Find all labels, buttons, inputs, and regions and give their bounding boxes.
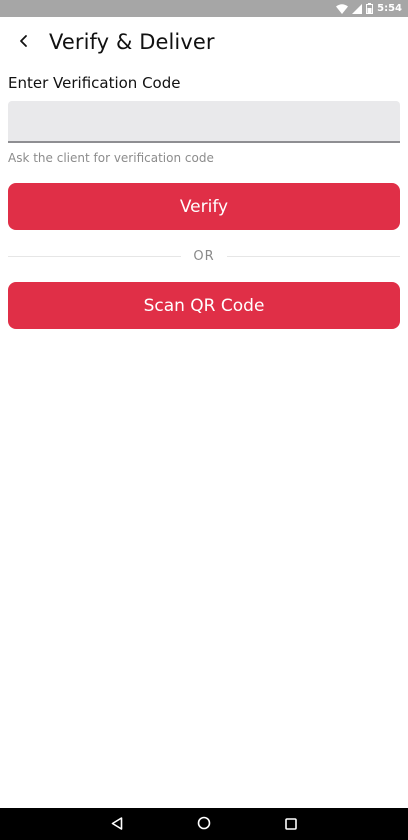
verification-code-label: Enter Verification Code <box>8 74 181 92</box>
toolbar: Verify & Deliver <box>0 17 408 67</box>
page-title: Verify & Deliver <box>49 30 215 54</box>
status-bar: 5:54 <box>0 0 408 17</box>
screen: 5:54 Verify & Deliver Enter Verification… <box>0 0 408 840</box>
nav-home-button[interactable] <box>161 808 248 840</box>
verify-button[interactable]: Verify <box>8 183 400 230</box>
or-divider: OR <box>8 246 401 266</box>
battery-icon <box>366 3 374 14</box>
wifi-icon <box>336 3 349 14</box>
helper-text: Ask the client for verification code <box>8 151 214 165</box>
nav-recents-button[interactable] <box>248 808 335 840</box>
scan-qr-code-button[interactable]: Scan QR Code <box>8 282 400 329</box>
navigation-bar <box>0 808 408 840</box>
status-time: 5:54 <box>377 3 402 14</box>
or-label: OR <box>193 248 215 264</box>
home-circle-icon <box>197 815 211 834</box>
verification-code-input[interactable] <box>8 101 400 143</box>
back-button[interactable] <box>0 17 48 67</box>
signal-icon <box>352 3 363 14</box>
nav-back-button[interactable] <box>74 808 161 840</box>
back-triangle-icon <box>111 815 123 834</box>
recents-square-icon <box>285 815 297 834</box>
chevron-left-icon <box>19 33 29 52</box>
divider-line-right <box>226 255 401 257</box>
divider-line-left <box>8 255 182 257</box>
